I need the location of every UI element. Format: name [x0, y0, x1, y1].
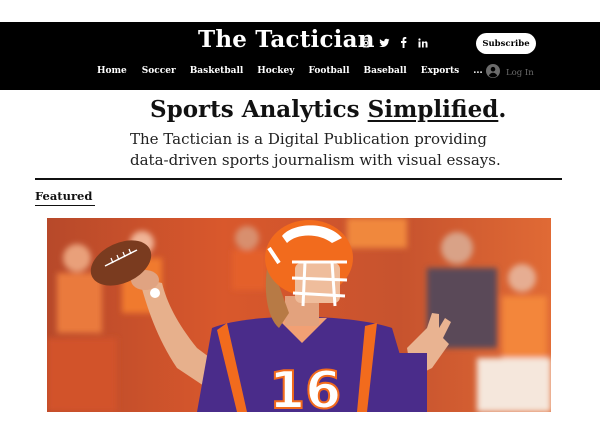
- site-header: The Tactician Subscribe Home Soccer Bask…: [0, 22, 600, 90]
- nav-item-basketball[interactable]: Basketball: [190, 66, 244, 76]
- nav-item-exports[interactable]: Exports: [421, 66, 460, 76]
- headline-prefix: Sports Analytics: [150, 96, 368, 123]
- facebook-icon[interactable]: [398, 37, 409, 48]
- headline-suffix: .: [498, 96, 507, 123]
- featured-heading: Featured: [35, 189, 93, 203]
- nav-item-home[interactable]: Home: [97, 66, 127, 76]
- social-links: [360, 37, 428, 48]
- twitter-icon[interactable]: [379, 37, 390, 48]
- nav-item-hockey[interactable]: Hockey: [257, 66, 294, 76]
- site-title[interactable]: The Tactician: [198, 26, 375, 53]
- subscribe-button[interactable]: Subscribe: [476, 33, 536, 54]
- main-nav: Home Soccer Basketball Hockey Football B…: [97, 66, 483, 76]
- featured-underline: [35, 205, 95, 206]
- section-divider: [35, 178, 562, 180]
- nav-item-more[interactable]: ...: [473, 66, 482, 76]
- nav-item-football[interactable]: Football: [308, 66, 349, 76]
- subtitle-line-1: The Tactician is a Digital Publication p…: [130, 130, 487, 148]
- page-headline: Sports Analytics Simplified.: [150, 96, 506, 123]
- instagram-icon[interactable]: [360, 37, 371, 48]
- login-label: Log In: [506, 67, 534, 78]
- linkedin-icon[interactable]: [417, 37, 428, 48]
- headline-emphasis: Simplified: [367, 96, 499, 123]
- nav-item-baseball[interactable]: Baseball: [364, 66, 407, 76]
- login-link[interactable]: Log In: [486, 63, 534, 82]
- jersey-number: 16: [269, 361, 341, 412]
- subtitle-line-2: data-driven sports journalism with visua…: [130, 151, 501, 169]
- nav-item-soccer[interactable]: Soccer: [142, 66, 176, 76]
- user-avatar-icon: [486, 63, 500, 82]
- featured-article-image[interactable]: 16: [47, 218, 551, 412]
